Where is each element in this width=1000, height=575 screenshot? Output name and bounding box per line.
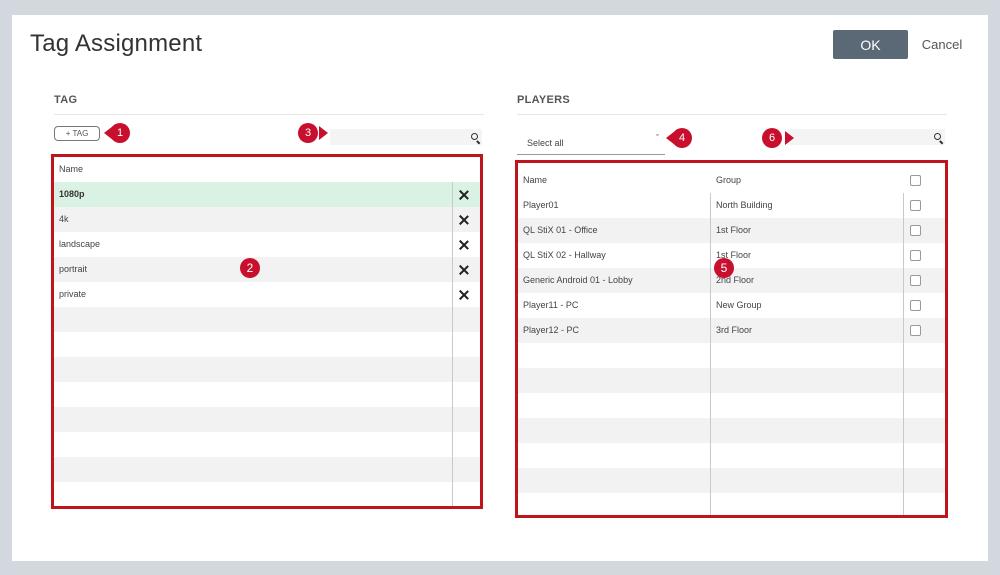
column-divider bbox=[903, 193, 904, 515]
tag-name: portrait bbox=[59, 264, 88, 274]
table-row[interactable]: Player11 - PC New Group bbox=[518, 293, 945, 318]
callout-number: 6 bbox=[762, 128, 782, 148]
empty-row bbox=[54, 432, 480, 457]
callout-pointer bbox=[785, 131, 794, 145]
callout-number: 1 bbox=[110, 123, 130, 143]
row-checkbox[interactable] bbox=[910, 225, 921, 236]
row-checkbox[interactable] bbox=[910, 200, 921, 211]
empty-row bbox=[54, 307, 480, 332]
column-header-group[interactable]: Group bbox=[716, 168, 741, 193]
empty-row bbox=[518, 343, 945, 368]
tag-name: 4k bbox=[59, 214, 69, 224]
players-table: Name Group Player01 North Building QL St… bbox=[515, 160, 948, 518]
empty-row bbox=[54, 457, 480, 482]
tag-table: Name 1080p 4k landscape portrait private bbox=[51, 154, 483, 509]
tag-search-input[interactable] bbox=[330, 129, 482, 145]
empty-row bbox=[54, 482, 480, 506]
empty-row bbox=[518, 468, 945, 493]
callout-4: 4 bbox=[666, 128, 696, 148]
player-name: QL StiX 02 - Hallway bbox=[523, 250, 606, 260]
row-checkbox[interactable] bbox=[910, 250, 921, 261]
dialog-title: Tag Assignment bbox=[30, 30, 203, 57]
close-icon[interactable] bbox=[458, 239, 470, 251]
tag-section-divider bbox=[54, 114, 484, 115]
search-icon[interactable] bbox=[471, 133, 481, 145]
column-divider bbox=[710, 193, 711, 515]
callout-pointer bbox=[319, 126, 328, 140]
players-section-divider bbox=[517, 114, 947, 115]
callout-6: 6 bbox=[762, 128, 794, 148]
select-all-label: Select all bbox=[527, 138, 564, 148]
tag-section-title: TAG bbox=[54, 94, 78, 106]
empty-row bbox=[518, 418, 945, 443]
players-table-header: Name Group bbox=[518, 168, 945, 193]
column-divider bbox=[452, 182, 453, 506]
add-tag-button[interactable]: + TAG bbox=[54, 126, 100, 141]
callout-2: 2 bbox=[240, 258, 260, 278]
ok-button[interactable]: OK bbox=[833, 30, 908, 59]
tag-assignment-dialog: Tag Assignment OK Cancel TAG + TAG PLAYE… bbox=[12, 15, 988, 561]
row-checkbox[interactable] bbox=[910, 300, 921, 311]
player-group: 1st Floor bbox=[716, 225, 752, 235]
empty-row bbox=[54, 407, 480, 432]
select-all-dropdown[interactable]: Select all ˇ bbox=[517, 133, 665, 155]
empty-row bbox=[518, 443, 945, 468]
table-row[interactable]: private bbox=[54, 282, 480, 307]
player-group: North Building bbox=[716, 200, 773, 210]
table-row[interactable]: 4k bbox=[54, 207, 480, 232]
player-group: New Group bbox=[716, 300, 762, 310]
player-name: Player01 bbox=[523, 200, 559, 210]
tag-name: landscape bbox=[59, 239, 101, 249]
empty-row bbox=[518, 368, 945, 393]
player-name: Player11 - PC bbox=[523, 300, 579, 310]
table-row[interactable]: Player12 - PC 3rd Floor bbox=[518, 318, 945, 343]
column-header-name[interactable]: Name bbox=[59, 157, 83, 182]
table-row[interactable]: portrait bbox=[54, 257, 480, 282]
chevron-down-icon: ˇ bbox=[656, 133, 659, 143]
tag-name: 1080p bbox=[59, 189, 85, 199]
close-icon[interactable] bbox=[458, 214, 470, 226]
close-icon[interactable] bbox=[458, 189, 470, 201]
player-name: QL StiX 01 - Office bbox=[523, 225, 598, 235]
players-search-input[interactable] bbox=[787, 129, 945, 145]
tag-table-header: Name bbox=[54, 157, 480, 182]
select-all-checkbox[interactable] bbox=[910, 175, 921, 186]
close-icon[interactable] bbox=[458, 289, 470, 301]
tag-name: private bbox=[59, 289, 87, 299]
empty-row bbox=[518, 493, 945, 515]
callout-number: 4 bbox=[672, 128, 692, 148]
player-group: 3rd Floor bbox=[716, 325, 753, 335]
callout-number: 3 bbox=[298, 123, 318, 143]
empty-row bbox=[518, 393, 945, 418]
callout-5: 5 bbox=[714, 258, 734, 278]
callout-3: 3 bbox=[298, 123, 328, 143]
empty-row bbox=[54, 382, 480, 407]
search-icon[interactable] bbox=[934, 133, 944, 145]
table-row[interactable]: QL StiX 01 - Office 1st Floor bbox=[518, 218, 945, 243]
table-row[interactable]: Player01 North Building bbox=[518, 193, 945, 218]
close-icon[interactable] bbox=[458, 264, 470, 276]
empty-row bbox=[54, 357, 480, 382]
table-row[interactable]: 1080p bbox=[54, 182, 480, 207]
row-checkbox[interactable] bbox=[910, 325, 921, 336]
player-name: Generic Android 01 - Lobby bbox=[523, 275, 633, 285]
row-checkbox[interactable] bbox=[910, 275, 921, 286]
column-header-name[interactable]: Name bbox=[523, 168, 547, 193]
players-section-title: PLAYERS bbox=[517, 94, 571, 106]
empty-row bbox=[54, 332, 480, 357]
player-name: Player12 - PC bbox=[523, 325, 580, 335]
callout-1: 1 bbox=[104, 123, 134, 143]
table-row[interactable]: landscape bbox=[54, 232, 480, 257]
cancel-button[interactable]: Cancel bbox=[917, 30, 967, 59]
